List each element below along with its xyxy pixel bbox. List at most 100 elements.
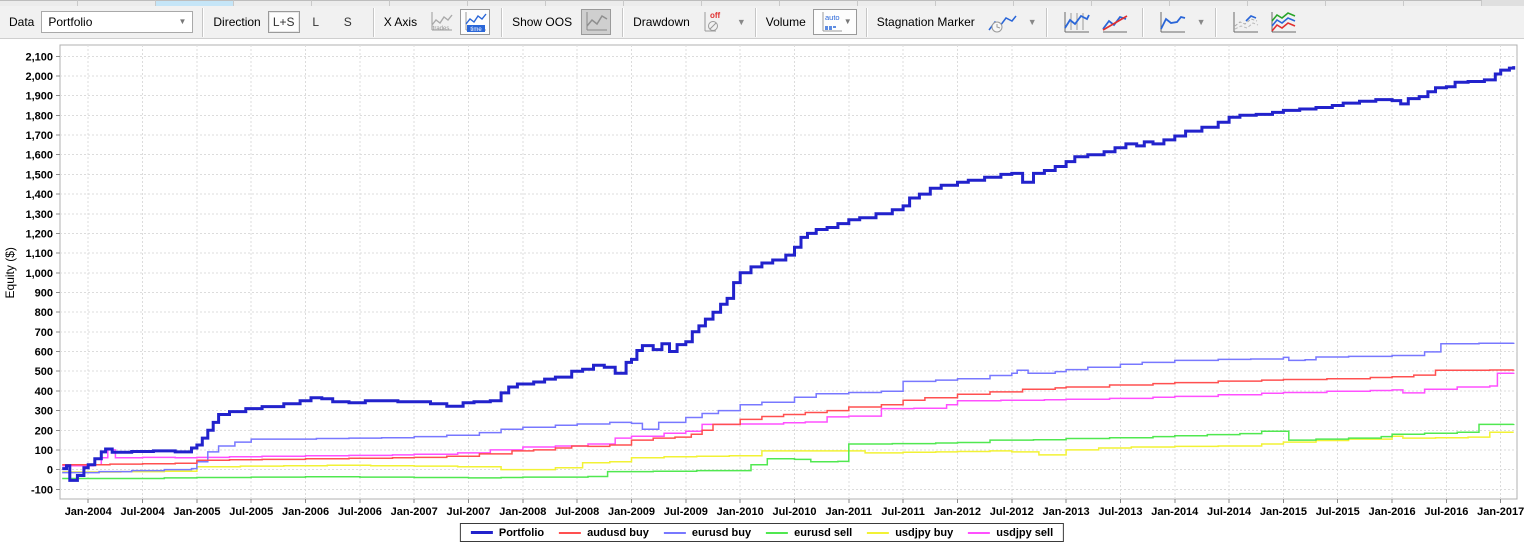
y-tick-label: 0	[47, 465, 53, 477]
x-tick-label: Jan-2012	[934, 506, 981, 518]
direction-group: Direction L+S L S	[204, 6, 372, 38]
x-tick-label: Jul-2016	[1424, 506, 1468, 518]
x-tick-label: Jan-2016	[1369, 506, 1416, 518]
data-select-value: Portfolio	[48, 15, 178, 29]
x-tick-label: Jul-2013	[1098, 506, 1142, 518]
equity-line-dropdown-arrow[interactable]: ▼	[1197, 17, 1206, 27]
stagnation-group: Stagnation Marker ▼	[868, 6, 1046, 38]
chart-style-group	[1048, 6, 1142, 38]
y-tick-label: 1,100	[25, 248, 53, 260]
y-tick-label: 1,800	[25, 110, 53, 122]
multi-curve-group	[1217, 6, 1311, 38]
direction-option-short[interactable]: S	[332, 12, 364, 32]
x-tick-label: Jul-2011	[881, 506, 924, 518]
scatter-curves-button[interactable]	[1228, 9, 1262, 35]
series-line-usdjpy-buy	[62, 432, 1514, 472]
y-tick-label: 1,200	[25, 228, 53, 240]
volume-auto-icon: auto	[818, 10, 844, 34]
stagnation-dropdown-arrow[interactable]: ▼	[1028, 17, 1037, 27]
y-tick-label: 200	[35, 425, 53, 437]
x-tick-label: Jul-2008	[555, 506, 599, 518]
x-tick-label: Jul-2007	[447, 506, 491, 518]
show-oos-label: Show OOS	[512, 15, 572, 29]
data-group: Data Portfolio ▼	[0, 6, 202, 38]
legend-item: eurusd sell	[766, 527, 852, 539]
x-tick-label: Jul-2004	[121, 506, 166, 518]
data-select[interactable]: Portfolio ▼	[41, 11, 193, 33]
trades-axis-icon: trades	[428, 10, 454, 34]
show-oos-group: Show OOS	[503, 6, 622, 38]
svg-text:trades: trades	[433, 26, 450, 32]
stagnation-marker-button[interactable]	[984, 9, 1020, 35]
legend-item: usdjpy buy	[867, 527, 953, 539]
xaxis-trades-button[interactable]: trades	[426, 9, 456, 35]
direction-option-long[interactable]: L	[300, 12, 332, 32]
equity-with-trade-bars-button[interactable]	[1059, 9, 1093, 35]
equity-trade-bars-icon	[1061, 9, 1091, 35]
volume-dropdown-arrow[interactable]: ▼	[844, 18, 852, 26]
x-tick-label: Jan-2009	[608, 506, 655, 518]
legend-label: eurusd buy	[692, 527, 751, 539]
legend-item: usdjpy sell	[968, 527, 1053, 539]
toolbar: Data Portfolio ▼ Direction L+S L S X Axi…	[0, 6, 1524, 39]
y-tick-label: 600	[35, 347, 53, 359]
legend-label: eurusd sell	[794, 527, 852, 539]
x-tick-label: Jan-2013	[1043, 506, 1090, 518]
y-tick-label: 2,100	[25, 51, 53, 63]
scatter-curves-icon	[1230, 9, 1260, 35]
x-tick-label: Jul-2015	[1316, 506, 1360, 518]
y-tick-label: 1,700	[25, 130, 53, 142]
svg-text:off: off	[710, 11, 721, 20]
volume-button[interactable]: auto ▼	[813, 9, 857, 35]
equity-trend-line-icon	[1099, 9, 1129, 35]
show-oos-button[interactable]	[581, 9, 611, 35]
y-axis-title: Equity ($)	[3, 247, 17, 298]
time-axis-icon: time	[462, 10, 488, 34]
equity-style-group: ▼	[1144, 6, 1215, 38]
drawdown-dropdown-arrow[interactable]: ▼	[737, 17, 746, 27]
y-tick-label: 1,000	[25, 268, 53, 280]
volume-label: Volume	[766, 15, 806, 29]
volume-group: Volume auto ▼	[757, 6, 866, 38]
y-tick-label: 700	[35, 327, 53, 339]
direction-option-long-short[interactable]: L+S	[268, 11, 300, 33]
svg-text:time: time	[470, 27, 482, 33]
y-tick-label: 300	[35, 406, 53, 418]
x-tick-label: Jul-2014	[1207, 506, 1252, 518]
direction-label: Direction	[213, 15, 260, 29]
y-tick-label: 1,300	[25, 209, 53, 221]
chevron-down-icon: ▼	[178, 18, 186, 26]
legend-label: usdjpy sell	[996, 527, 1053, 539]
plot-border	[60, 45, 1517, 499]
y-tick-label: 800	[35, 307, 53, 319]
series-line-usdjpy-sell	[62, 373, 1514, 466]
legend-swatch	[766, 532, 788, 534]
chart-legend: Portfolioaudusd buyeurusd buyeurusd sell…	[460, 523, 1064, 542]
x-tick-label: Jan-2005	[173, 506, 220, 518]
equity-line-icon	[1157, 9, 1187, 35]
x-tick-label: Jan-2004	[65, 506, 113, 518]
series-line-Portfolio	[62, 66, 1514, 480]
equity-chart-canvas: 2,1002,0001,9001,8001,7001,6001,5001,400…	[0, 39, 1524, 544]
x-tick-label: Jan-2010	[717, 506, 764, 518]
y-tick-label: 100	[35, 445, 53, 457]
x-tick-label: Jan-2015	[1260, 506, 1307, 518]
legend-swatch	[664, 532, 686, 534]
xaxis-time-button[interactable]: time	[460, 9, 490, 35]
y-tick-label: 2,000	[25, 71, 53, 83]
drawdown-label: Drawdown	[633, 15, 690, 29]
multi-equity-curves-button[interactable]	[1266, 9, 1300, 35]
equity-with-trend-line-button[interactable]	[1097, 9, 1131, 35]
y-tick-label: 1,400	[25, 189, 53, 201]
x-tick-label: Jul-2010	[772, 506, 816, 518]
x-tick-label: Jan-2017	[1477, 506, 1524, 518]
x-tick-label: Jan-2008	[499, 506, 546, 518]
legend-label: usdjpy buy	[895, 527, 953, 539]
multi-equity-curves-icon	[1268, 9, 1298, 35]
legend-item: eurusd buy	[664, 527, 751, 539]
equity-line-button[interactable]	[1155, 9, 1189, 35]
y-tick-label: -100	[31, 484, 53, 496]
drawdown-button[interactable]: off	[699, 9, 729, 35]
x-tick-label: Jan-2007	[391, 506, 438, 518]
y-tick-label: 500	[35, 366, 53, 378]
